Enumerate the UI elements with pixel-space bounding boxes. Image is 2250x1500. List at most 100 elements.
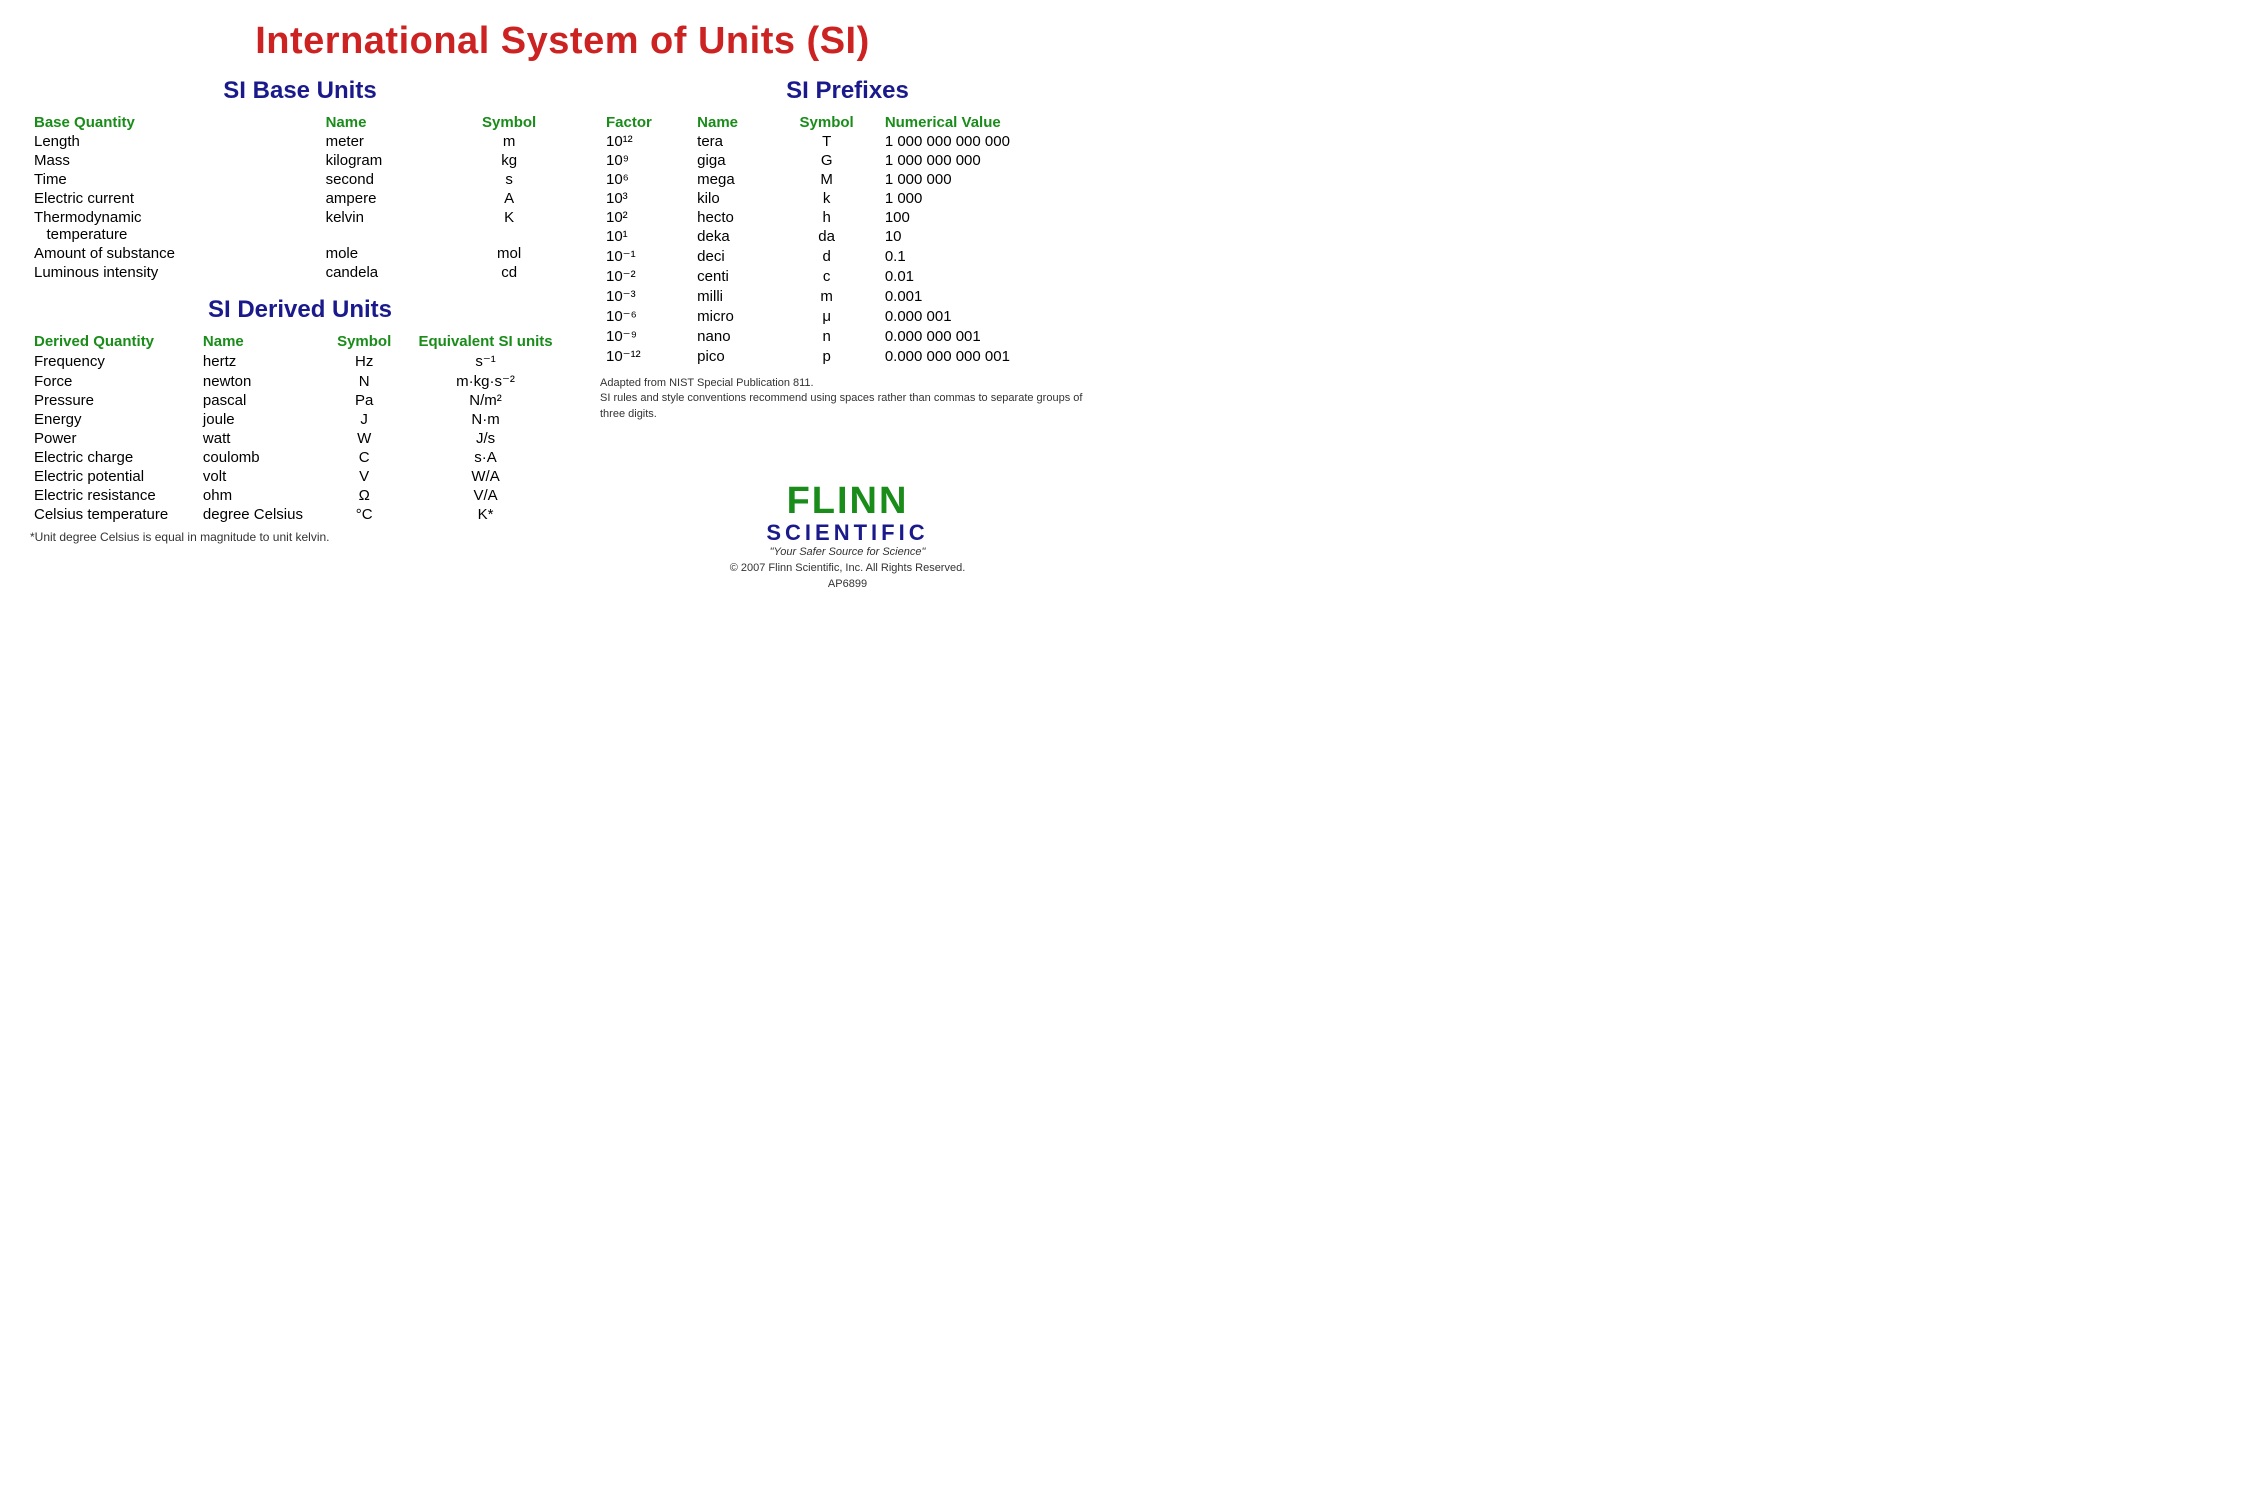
base-symbol-cell: kg	[448, 151, 570, 170]
derived-name-cell: coulomb	[199, 448, 327, 467]
derived-qty-cell: Energy	[30, 410, 199, 429]
base-symbol-cell: s	[448, 170, 570, 189]
prefix-value-cell: 0.01	[879, 266, 1095, 286]
table-row: 10⁹ giga G 1 000 000 000	[600, 151, 1095, 170]
flinn-tagline: "Your Safer Source for Science"	[600, 546, 1095, 558]
flinn-copyright: © 2007 Flinn Scientific, Inc. All Rights…	[600, 562, 1095, 574]
derived-symbol-cell: V	[327, 467, 401, 486]
nist-footnote: Adapted from NIST Special Publication 81…	[600, 376, 1095, 422]
base-units-table: Base Quantity Name Symbol Length meter m…	[30, 113, 570, 282]
derived-symbol-cell: Ω	[327, 486, 401, 505]
prefix-factor-cell: 10⁻²	[600, 266, 691, 286]
derived-name-cell: watt	[199, 429, 327, 448]
prefix-value-cell: 0.000 000 001	[879, 326, 1095, 346]
derived-name-header: Name	[199, 332, 327, 351]
derived-symbol-header: Symbol	[327, 332, 401, 351]
table-row: 10² hecto h 100	[600, 208, 1095, 227]
prefix-factor-cell: 10⁹	[600, 151, 691, 170]
prefix-symbol-cell: n	[774, 326, 878, 346]
prefix-name-cell: deci	[691, 246, 774, 266]
prefix-symbol-cell: k	[774, 189, 878, 208]
table-row: 10⁻⁹ nano n 0.000 000 001	[600, 326, 1095, 346]
derived-name-cell: newton	[199, 371, 327, 391]
base-symbol-header: Symbol	[448, 113, 570, 132]
derived-name-cell: hertz	[199, 351, 327, 371]
prefix-symbol-cell: da	[774, 227, 878, 246]
derived-symbol-cell: °C	[327, 505, 401, 524]
derived-equiv-cell: N/m²	[401, 391, 570, 410]
prefix-factor-cell: 10¹²	[600, 132, 691, 151]
prefix-factor-cell: 10⁻¹²	[600, 346, 691, 366]
table-row: 10³ kilo k 1 000	[600, 189, 1095, 208]
prefix-symbol-cell: μ	[774, 306, 878, 326]
flinn-part-number: AP6899	[600, 578, 1095, 590]
base-qty-cell: Mass	[30, 151, 322, 170]
derived-symbol-cell: Hz	[327, 351, 401, 371]
flinn-name: FLINN	[600, 482, 1095, 520]
prefix-value-cell: 1 000 000	[879, 170, 1095, 189]
prefix-factor-cell: 10⁻¹	[600, 246, 691, 266]
celsius-footnote: *Unit degree Celsius is equal in magnitu…	[30, 530, 570, 544]
prefix-factor-header: Factor	[600, 113, 691, 132]
table-row: Electric current ampere A	[30, 189, 570, 208]
prefix-factor-cell: 10⁶	[600, 170, 691, 189]
prefix-symbol-cell: h	[774, 208, 878, 227]
prefix-symbol-header: Symbol	[774, 113, 878, 132]
derived-equiv-cell: K*	[401, 505, 570, 524]
table-row: 10⁻² centi c 0.01	[600, 266, 1095, 286]
base-qty-cell: Time	[30, 170, 322, 189]
base-symbol-cell: m	[448, 132, 570, 151]
table-row: Power watt W J/s	[30, 429, 570, 448]
prefix-value-cell: 0.001	[879, 286, 1095, 306]
flinn-logo: FLINN SCIENTIFIC "Your Safer Source for …	[600, 482, 1095, 590]
prefix-name-cell: mega	[691, 170, 774, 189]
base-name-cell: mole	[322, 244, 449, 263]
prefix-value-cell: 0.000 000 000 001	[879, 346, 1095, 366]
prefix-factor-cell: 10⁻⁹	[600, 326, 691, 346]
derived-equiv-cell: s⁻¹	[401, 351, 570, 371]
base-symbol-cell: mol	[448, 244, 570, 263]
si-prefixes-section: SI Prefixes Factor Name Symbol Numerical…	[600, 77, 1095, 422]
prefix-value-cell: 100	[879, 208, 1095, 227]
prefix-factor-cell: 10¹	[600, 227, 691, 246]
base-qty-header: Base Quantity	[30, 113, 322, 132]
table-row: Frequency hertz Hz s⁻¹	[30, 351, 570, 371]
prefix-name-cell: micro	[691, 306, 774, 326]
base-name-cell: kelvin	[322, 208, 449, 244]
prefix-factor-cell: 10⁻³	[600, 286, 691, 306]
table-row: Electric potential volt V W/A	[30, 467, 570, 486]
prefix-symbol-cell: c	[774, 266, 878, 286]
si-derived-units-title: SI Derived Units	[30, 296, 570, 324]
derived-qty-cell: Power	[30, 429, 199, 448]
derived-symbol-cell: J	[327, 410, 401, 429]
table-row: Celsius temperature degree Celsius °C K*	[30, 505, 570, 524]
prefix-name-cell: milli	[691, 286, 774, 306]
prefix-value-cell: 1 000 000 000	[879, 151, 1095, 170]
derived-qty-cell: Force	[30, 371, 199, 391]
derived-equiv-cell: V/A	[401, 486, 570, 505]
table-row: 10⁶ mega M 1 000 000	[600, 170, 1095, 189]
si-base-units-section: SI Base Units Base Quantity Name Symbol …	[30, 77, 570, 282]
table-row: Mass kilogram kg	[30, 151, 570, 170]
prefix-name-cell: kilo	[691, 189, 774, 208]
prefix-name-header: Name	[691, 113, 774, 132]
derived-equiv-cell: W/A	[401, 467, 570, 486]
prefix-symbol-cell: G	[774, 151, 878, 170]
table-row: Electric charge coulomb C s·A	[30, 448, 570, 467]
derived-equiv-cell: s·A	[401, 448, 570, 467]
table-row: Amount of substance mole mol	[30, 244, 570, 263]
base-name-cell: meter	[322, 132, 449, 151]
prefix-value-cell: 0.000 001	[879, 306, 1095, 326]
derived-symbol-cell: Pa	[327, 391, 401, 410]
prefix-value-cell: 0.1	[879, 246, 1095, 266]
si-base-units-title: SI Base Units	[30, 77, 570, 105]
derived-qty-cell: Pressure	[30, 391, 199, 410]
table-row: 10¹ deka da 10	[600, 227, 1095, 246]
flinn-scientific: SCIENTIFIC	[600, 520, 1095, 546]
derived-name-cell: ohm	[199, 486, 327, 505]
table-row: 10⁻³ milli m 0.001	[600, 286, 1095, 306]
base-qty-cell: Luminous intensity	[30, 263, 322, 282]
base-symbol-cell: A	[448, 189, 570, 208]
derived-name-cell: degree Celsius	[199, 505, 327, 524]
base-qty-cell: Amount of substance	[30, 244, 322, 263]
